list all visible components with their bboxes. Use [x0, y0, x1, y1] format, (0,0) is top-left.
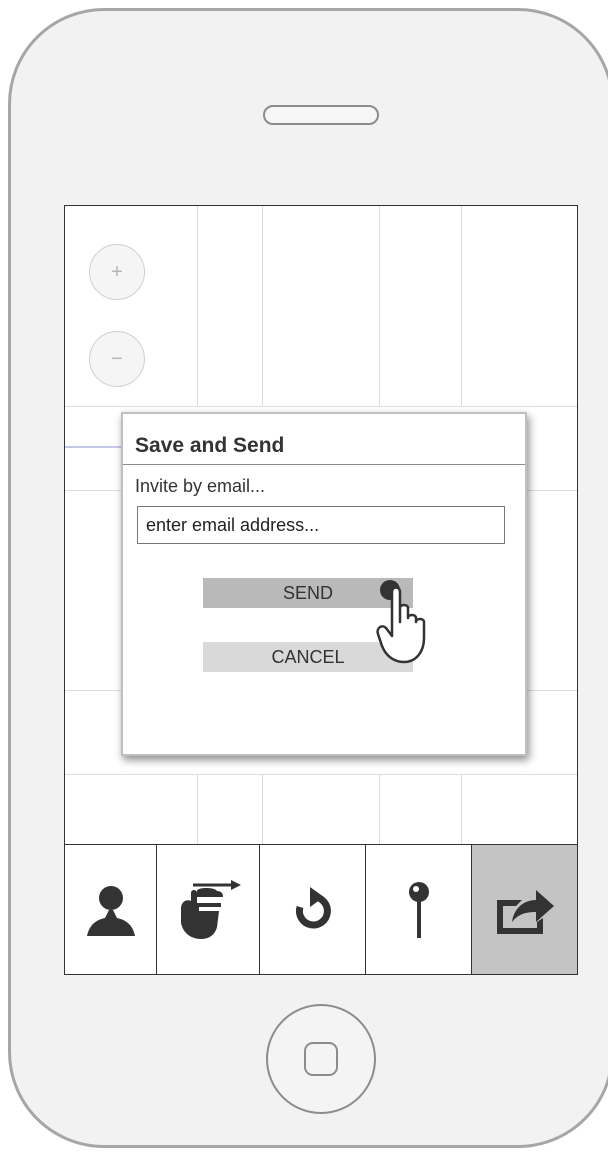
screen: + − Save and Send Invite by email... SEN…: [64, 205, 578, 975]
map-street: [197, 774, 198, 844]
map-street: [461, 774, 462, 844]
map-street: [65, 406, 577, 407]
map-street: [379, 206, 380, 406]
map-street: [262, 774, 263, 844]
toolbar-share-button[interactable]: [472, 845, 577, 974]
phone-frame: + − Save and Send Invite by email... SEN…: [8, 8, 608, 1148]
zoom-out-button[interactable]: −: [89, 331, 145, 387]
toolbar-gesture-button[interactable]: [157, 845, 260, 974]
swipe-hand-icon: [181, 880, 241, 939]
pointer-hand-icon: [376, 580, 426, 664]
home-button-square: [304, 1042, 338, 1076]
undo-icon: [295, 887, 331, 929]
dialog-divider: [123, 464, 525, 465]
map-street: [197, 206, 198, 406]
email-input[interactable]: [137, 506, 505, 544]
speaker-slot: [263, 105, 379, 125]
user-icon: [86, 886, 135, 936]
map-street: [461, 206, 462, 406]
map-route: [65, 446, 125, 448]
save-and-send-dialog: Save and Send Invite by email... SEND CA…: [121, 412, 527, 756]
toolbar-undo-button[interactable]: [260, 845, 366, 974]
bottom-toolbar: [65, 844, 577, 974]
dialog-subtitle: Invite by email...: [135, 476, 266, 496]
toolbar-pin-button[interactable]: [366, 845, 472, 974]
map-street: [262, 206, 263, 406]
home-button[interactable]: [266, 1004, 376, 1114]
dialog-title: Save and Send: [135, 434, 285, 457]
share-icon: [496, 890, 554, 934]
zoom-in-button[interactable]: +: [89, 244, 145, 300]
pin-icon: [408, 882, 429, 938]
map-street: [65, 774, 577, 775]
map-street: [379, 774, 380, 844]
toolbar-user-button[interactable]: [65, 845, 157, 974]
